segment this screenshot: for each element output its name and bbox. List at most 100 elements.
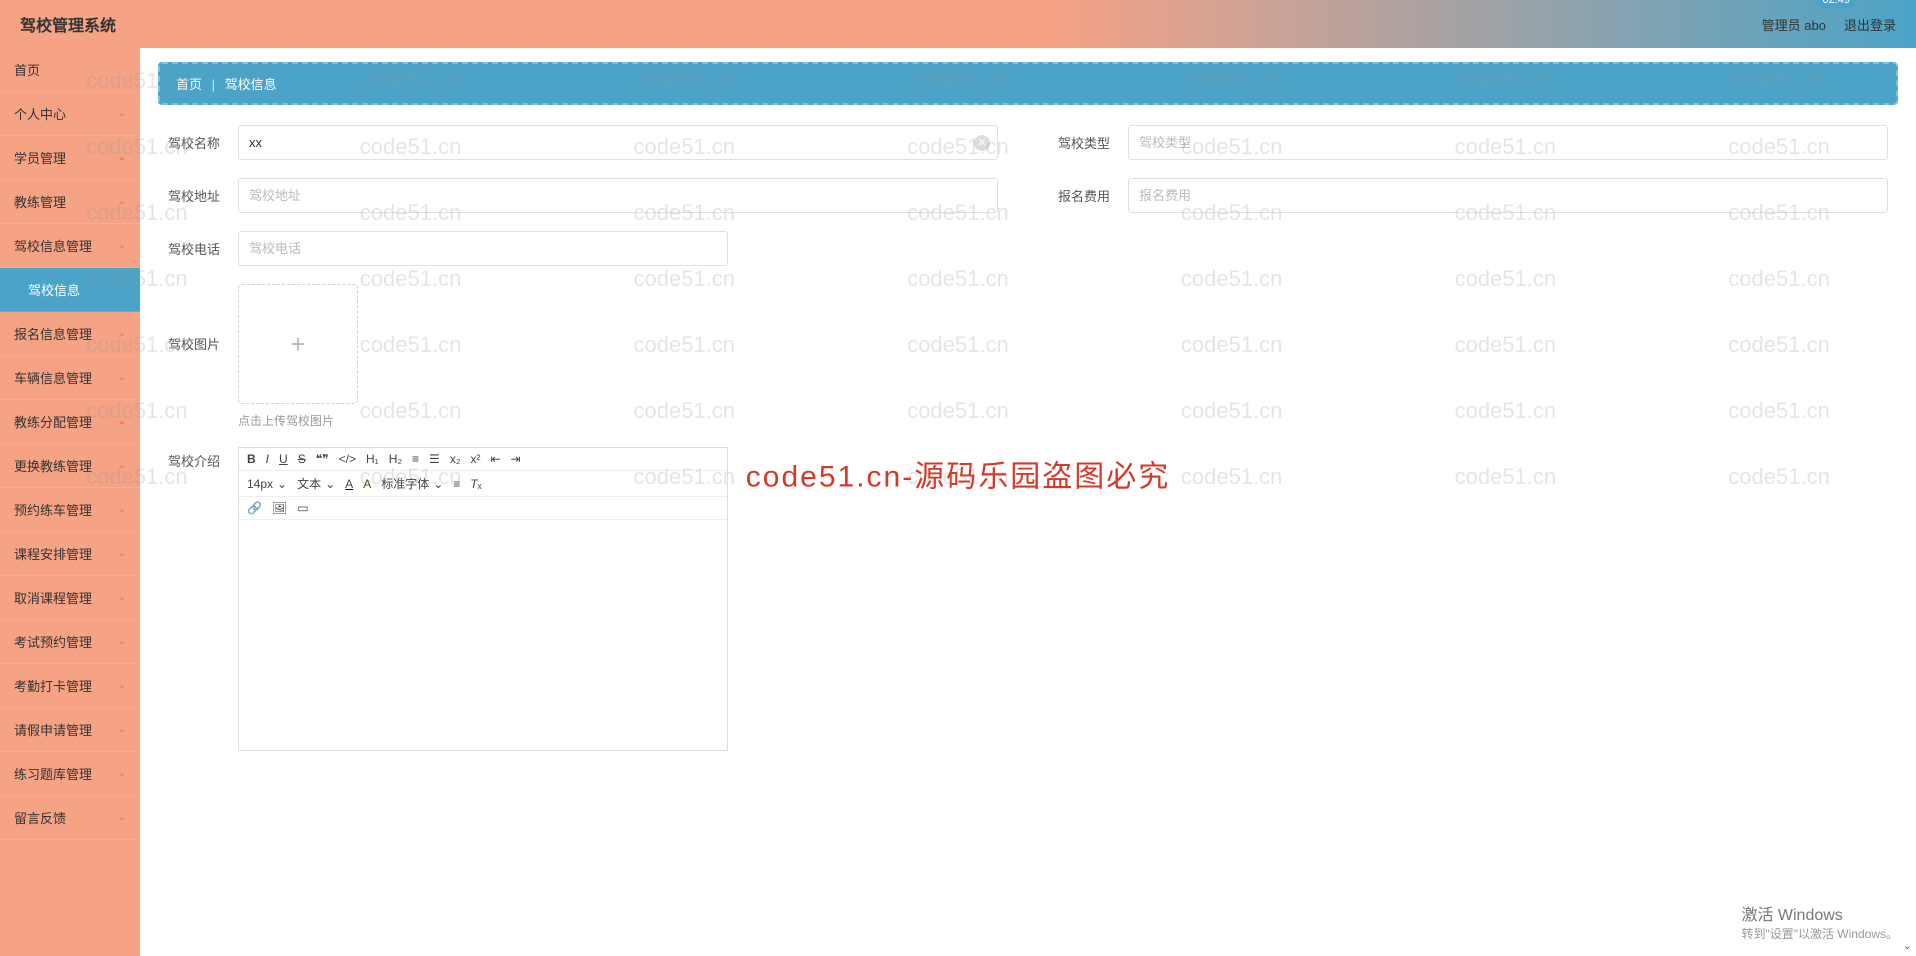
sidebar: 首页个人中心⌄ 学员管理 ⌄ 教练管理 ⌄ 驾校信息管理 ⌄ 驾校信息报名信息管理 ⌄ 车辆信息管… (0, 48, 140, 956)
link-icon[interactable]: 🔗 (247, 501, 262, 515)
chevron-down-icon: ⌄ (118, 416, 126, 427)
chevron-down-icon: ⌄ (277, 477, 287, 491)
input-school-address[interactable] (238, 178, 998, 213)
breadcrumb-home[interactable]: 首页 (176, 77, 202, 92)
sidebar-item-label: 教练分配管理 (14, 412, 92, 431)
clear-icon[interactable]: ✕ (974, 135, 990, 151)
clear-format-icon[interactable]: Tₓ (470, 477, 481, 491)
sidebar-item-1[interactable]: 个人中心⌄ (0, 92, 140, 136)
logout-link[interactable]: 退出登录 (1844, 15, 1896, 34)
sidebar-item-11[interactable]: 课程安排管理 ⌄ (0, 532, 140, 576)
sidebar-item-10[interactable]: 预约练车管理 ⌄ (0, 488, 140, 532)
chevron-down-icon: ⌄ (118, 152, 126, 163)
sidebar-item-5[interactable]: 驾校信息 (0, 268, 140, 312)
italic-icon[interactable]: I (266, 452, 269, 466)
chevron-down-icon[interactable]: ⌄ (1903, 939, 1912, 952)
sidebar-item-label: 学员管理 (14, 148, 66, 167)
input-school-name[interactable] (238, 125, 998, 160)
ordered-list-icon[interactable]: ≡ (412, 452, 419, 466)
h2-icon[interactable]: H₂ (389, 452, 402, 466)
sidebar-item-15[interactable]: 请假申请管理⌄ (0, 708, 140, 752)
sidebar-item-3[interactable]: 教练管理 ⌄ (0, 180, 140, 224)
sidebar-item-2[interactable]: 学员管理 ⌄ (0, 136, 140, 180)
chevron-down-icon: ⌄ (433, 477, 443, 491)
chevron-down-icon: ⌄ (118, 636, 126, 647)
chevron-down-icon: ⌄ (118, 328, 126, 339)
chevron-down-icon: ⌄ (118, 592, 126, 603)
input-school-type[interactable] (1128, 125, 1888, 160)
sidebar-item-label: 请假申请管理 (14, 720, 92, 739)
align-icon[interactable]: ≡ (453, 477, 460, 491)
sidebar-item-label: 预约练车管理 (14, 500, 92, 519)
plus-icon: + (290, 329, 305, 360)
sidebar-item-12[interactable]: 取消课程管理 ⌄ (0, 576, 140, 620)
font-family-select[interactable]: 标准字体 ⌄ (381, 475, 443, 492)
upload-box[interactable]: + (238, 284, 358, 404)
superscript-icon[interactable]: x² (470, 452, 480, 466)
chevron-down-icon: ⌄ (118, 504, 126, 515)
sidebar-item-label: 练习题库管理 (14, 764, 92, 783)
chevron-down-icon: ⌄ (118, 108, 126, 119)
underline-icon[interactable]: U (279, 452, 288, 466)
label-school-name: 驾校名称 (168, 133, 238, 152)
input-fee[interactable] (1128, 178, 1888, 213)
chevron-down-icon: ⌄ (118, 240, 126, 251)
sidebar-item-label: 报名信息管理 (14, 324, 92, 343)
sidebar-item-13[interactable]: 考试预约管理⌄ (0, 620, 140, 664)
subscript-icon[interactable]: x₂ (450, 452, 461, 466)
main-content: 首页 | 驾校信息 驾校名称 ✕ 驾校类型 (140, 48, 1916, 956)
breadcrumb: 首页 | 驾校信息 (158, 62, 1898, 105)
chevron-down-icon: ⌄ (118, 680, 126, 691)
bold-icon[interactable]: B (247, 452, 256, 466)
sidebar-item-8[interactable]: 教练分配管理 ⌄ (0, 400, 140, 444)
chevron-down-icon: ⌄ (118, 196, 126, 207)
editor-toolbar-3: 🔗 🖼 ▭ (239, 497, 727, 520)
app-title: 驾校管理系统 (20, 12, 116, 36)
sidebar-item-label: 首页 (14, 60, 40, 79)
sidebar-item-4[interactable]: 驾校信息管理 ⌄ (0, 224, 140, 268)
bg-color-icon[interactable]: A (363, 477, 371, 491)
quote-icon[interactable]: ❝❞ (316, 452, 329, 466)
sidebar-item-6[interactable]: 报名信息管理 ⌄ (0, 312, 140, 356)
sidebar-item-label: 取消课程管理 (14, 588, 92, 607)
chevron-down-icon: ⌄ (325, 477, 335, 491)
sidebar-item-17[interactable]: 留言反馈⌄ (0, 796, 140, 840)
chevron-down-icon: ⌄ (118, 768, 126, 779)
label-fee: 报名费用 (1058, 186, 1128, 205)
sidebar-item-7[interactable]: 车辆信息管理⌄ (0, 356, 140, 400)
sidebar-item-16[interactable]: 练习题库管理 ⌄ (0, 752, 140, 796)
rich-editor: B I U S ❝❞ </> H₁ H₂ ≡ ☰ x₂ x² ⇤ ⇥ (238, 447, 728, 751)
sidebar-item-label: 教练管理 (14, 192, 66, 211)
header-right: 02:49 管理员 abo 退出登录 (1762, 15, 1896, 34)
activate-windows: 激活 Windows 转到"设置"以激活 Windows。 (1741, 901, 1898, 942)
editor-body[interactable] (239, 520, 727, 750)
image-icon[interactable]: 🖼 (272, 501, 287, 515)
chevron-down-icon: ⌄ (118, 548, 126, 559)
sidebar-item-label: 留言反馈 (14, 808, 66, 827)
chevron-down-icon: ⌄ (118, 460, 126, 471)
code-icon[interactable]: </> (339, 452, 356, 466)
sidebar-item-14[interactable]: 考勤打卡管理⌄ (0, 664, 140, 708)
sidebar-item-0[interactable]: 首页 (0, 48, 140, 92)
font-color-icon[interactable]: A (345, 477, 353, 491)
video-icon[interactable]: ▭ (297, 501, 308, 515)
strike-icon[interactable]: S (298, 452, 306, 466)
unordered-list-icon[interactable]: ☰ (429, 452, 440, 466)
text-type-select[interactable]: 文本 ⌄ (297, 475, 335, 492)
input-school-phone[interactable] (238, 231, 728, 266)
sidebar-item-9[interactable]: 更换教练管理 ⌄ (0, 444, 140, 488)
upload-hint: 点击上传驾校图片 (238, 412, 358, 429)
label-school-address: 驾校地址 (168, 186, 238, 205)
editor-toolbar-2: 14px ⌄ 文本 ⌄ A A 标准字体 ⌄ ≡ Tₓ (239, 471, 727, 497)
sidebar-item-label: 驾校信息管理 (14, 236, 92, 255)
editor-toolbar: B I U S ❝❞ </> H₁ H₂ ≡ ☰ x₂ x² ⇤ ⇥ (239, 448, 727, 471)
user-label[interactable]: 管理员 abo (1762, 15, 1826, 34)
h1-icon[interactable]: H₁ (366, 452, 379, 466)
font-size-select[interactable]: 14px ⌄ (247, 477, 287, 491)
indent-icon[interactable]: ⇥ (511, 452, 521, 466)
outdent-icon[interactable]: ⇤ (490, 452, 500, 466)
activate-sub: 转到"设置"以激活 Windows。 (1741, 925, 1898, 942)
sidebar-item-label: 车辆信息管理 (14, 368, 92, 387)
sidebar-item-label: 课程安排管理 (14, 544, 92, 563)
sidebar-item-label: 更换教练管理 (14, 456, 92, 475)
